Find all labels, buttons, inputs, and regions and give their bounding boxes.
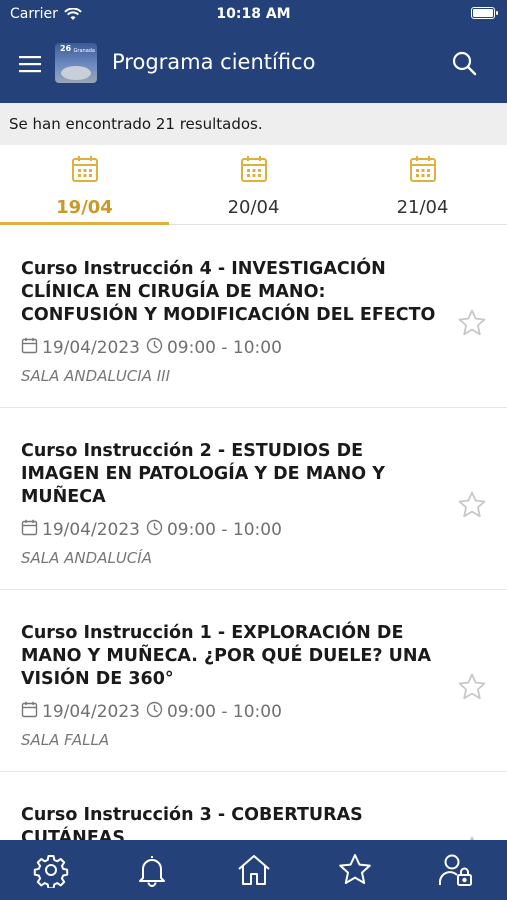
tab-account[interactable] bbox=[406, 840, 507, 900]
favorite-star-icon[interactable] bbox=[457, 490, 487, 520]
list-item[interactable]: Curso Instrucción 2 - ESTUDIOS DE IMAGEN… bbox=[0, 408, 507, 590]
clock-icon bbox=[146, 337, 163, 359]
results-count: Se han encontrado 21 resultados. bbox=[0, 103, 507, 145]
date-tabs: 19/04 20/04 21/04 bbox=[0, 145, 507, 225]
page-title: Programa científico bbox=[112, 50, 316, 74]
nav-bar: 26 Granada Programa científico bbox=[0, 28, 507, 103]
menu-icon[interactable] bbox=[18, 52, 42, 76]
status-bar: Carrier 10:18 AM bbox=[0, 0, 507, 28]
app-logo: 26 Granada bbox=[55, 43, 97, 83]
session-meta: 19/04/2023 09:00 - 10:00 bbox=[21, 517, 437, 543]
tab-date-label: 20/04 bbox=[227, 197, 280, 218]
session-meta: 19/04/2023 09:00 - 10:00 bbox=[21, 335, 437, 361]
calendar-icon bbox=[70, 154, 100, 184]
calendar-icon bbox=[239, 154, 269, 184]
tab-date-label: 21/04 bbox=[396, 197, 449, 218]
favorite-star-icon[interactable] bbox=[457, 672, 487, 702]
home-icon bbox=[237, 855, 270, 885]
session-title: Curso Instrucción 1 - EXPLORACIÓN DE MAN… bbox=[21, 623, 432, 689]
tab-date-2[interactable]: 21/04 bbox=[338, 145, 507, 224]
tab-favorites[interactable] bbox=[304, 840, 405, 900]
session-time: 09:00 - 10:00 bbox=[166, 520, 282, 540]
calendar-icon bbox=[21, 519, 38, 541]
list-item[interactable]: Curso Instrucción 4 - INVESTIGACIÓN CLÍN… bbox=[0, 226, 507, 408]
tab-home[interactable] bbox=[203, 840, 304, 900]
logo-text: Granada bbox=[73, 48, 95, 54]
tab-settings[interactable] bbox=[0, 840, 101, 900]
tab-date-label: 19/04 bbox=[56, 197, 113, 218]
clock-icon bbox=[146, 519, 163, 541]
session-meta: 19/04/2023 09:00 - 10:00 bbox=[21, 699, 437, 725]
session-room: SALA ANDALUCÍA bbox=[21, 549, 152, 567]
session-date: 19/04/2023 bbox=[42, 702, 140, 722]
logo-number: 26 bbox=[60, 44, 72, 53]
search-icon[interactable] bbox=[451, 50, 477, 76]
session-title: Curso Instrucción 2 - ESTUDIOS DE IMAGEN… bbox=[21, 441, 385, 507]
calendar-icon bbox=[21, 337, 38, 359]
session-date: 19/04/2023 bbox=[42, 338, 140, 358]
favorite-star-icon[interactable] bbox=[457, 308, 487, 338]
bell-icon bbox=[139, 856, 166, 887]
calendar-icon bbox=[21, 701, 38, 723]
user-lock-icon bbox=[439, 854, 473, 886]
tab-date-0[interactable]: 19/04 bbox=[0, 145, 169, 225]
calendar-icon bbox=[408, 154, 438, 184]
list-item[interactable]: Curso Instrucción 3 - COBERTURAS CUTÁNEA… bbox=[0, 772, 507, 840]
tab-date-1[interactable]: 20/04 bbox=[169, 145, 338, 224]
clock-time: 10:18 AM bbox=[216, 6, 291, 22]
settings-icon bbox=[33, 855, 68, 888]
clock-icon bbox=[146, 701, 163, 723]
session-title: Curso Instrucción 3 - COBERTURAS CUTÁNEA… bbox=[21, 805, 363, 840]
session-date: 19/04/2023 bbox=[42, 520, 140, 540]
list-item[interactable]: Curso Instrucción 1 - EXPLORACIÓN DE MAN… bbox=[0, 590, 507, 772]
session-time: 09:00 - 10:00 bbox=[166, 702, 282, 722]
tab-notifications[interactable] bbox=[101, 840, 202, 900]
session-time: 09:00 - 10:00 bbox=[166, 338, 282, 358]
session-room: SALA FALLA bbox=[21, 731, 110, 749]
session-room: SALA ANDALUCIA III bbox=[21, 367, 170, 385]
session-list: Curso Instrucción 4 - INVESTIGACIÓN CLÍN… bbox=[0, 226, 507, 840]
bottom-tab-bar bbox=[0, 840, 507, 900]
session-title: Curso Instrucción 4 - INVESTIGACIÓN CLÍN… bbox=[21, 259, 436, 325]
battery-icon bbox=[471, 7, 498, 19]
star-icon bbox=[339, 854, 371, 884]
